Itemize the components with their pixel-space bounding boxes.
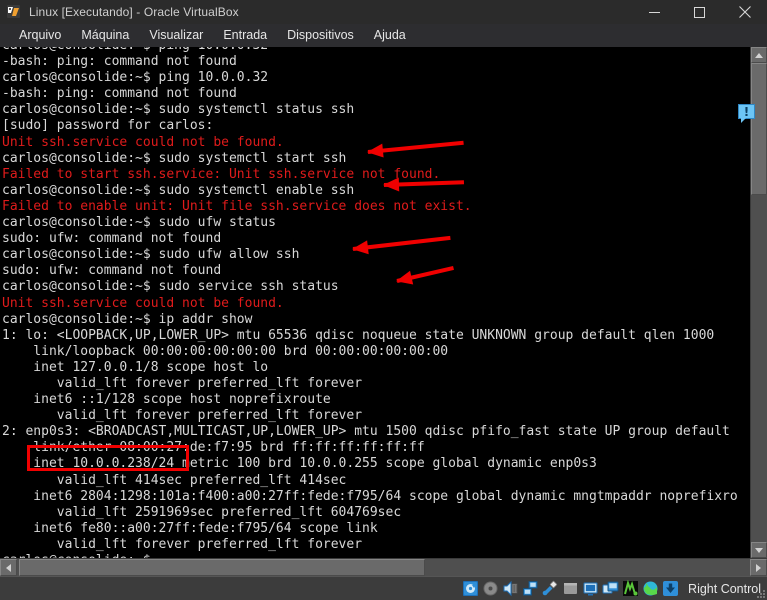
usb-icon[interactable] <box>542 580 559 597</box>
terminal-line: 2: enp0s3: <BROADCAST,MULTICAST,UP,LOWER… <box>2 424 730 440</box>
horizontal-scroll-track[interactable] <box>17 559 750 576</box>
menu-entrada[interactable]: Entrada <box>213 26 277 45</box>
network-icon[interactable] <box>522 580 539 597</box>
virtualbox-window: Linux [Executando] - Oracle VirtualBox A… <box>0 0 767 600</box>
menu-arquivo[interactable]: Arquivo <box>9 26 71 45</box>
window-title: Linux [Executando] - Oracle VirtualBox <box>29 5 239 19</box>
optical-disk-icon[interactable] <box>482 580 499 597</box>
vertical-scroll-track[interactable] <box>751 63 767 542</box>
terminal-line: carlos@consolide:~$ ip addr show <box>2 311 253 327</box>
host-key-label: Right Control <box>688 581 761 596</box>
horizontal-scroll-thumb[interactable] <box>19 559 425 576</box>
audio-icon[interactable] <box>502 580 519 597</box>
terminal-line: Unit ssh.service could not be found. <box>2 295 284 311</box>
terminal-line: carlos@consolide:~$ ping 10.0.0.32 <box>2 70 269 86</box>
terminal-line: carlos@consolide:~$ ping 10.0.0.32 <box>2 47 738 54</box>
terminal-line: Failed to enable unit: Unit file ssh.ser… <box>2 198 472 214</box>
virtualbox-icon <box>6 4 22 20</box>
vertical-scrollbar[interactable] <box>750 47 767 558</box>
terminal-line: carlos@consolide:~$ sudo ufw allow ssh <box>2 247 300 263</box>
remote-desktop-icon[interactable] <box>602 580 619 597</box>
scroll-up-arrow[interactable] <box>751 47 767 63</box>
resize-grip[interactable] <box>755 588 765 598</box>
terminal-line: sudo: ufw: command not found <box>2 263 222 279</box>
terminal-line: inet6 ::1/128 scope host noprefixroute <box>2 392 331 408</box>
terminal-line: carlos@consolide:~$ sudo systemctl statu… <box>2 102 355 118</box>
menu-visualizar[interactable]: Visualizar <box>139 26 213 45</box>
terminal-line: valid_lft forever preferred_lft forever <box>2 375 363 391</box>
maximize-button[interactable] <box>677 0 722 24</box>
close-button[interactable] <box>722 0 767 24</box>
terminal-line: link/loopback 00:00:00:00:00:00 brd 00:0… <box>2 343 449 359</box>
guest-additions-icon[interactable] <box>642 580 659 597</box>
terminal-line: carlos@consolide:~$ sudo service ssh sta… <box>2 279 339 295</box>
terminal-line: -bash: ping: command not found <box>2 86 237 102</box>
menu-ajuda[interactable]: Ajuda <box>364 26 416 45</box>
terminal-line: 1: lo: <LOOPBACK,UP,LOWER_UP> mtu 65536 … <box>2 327 715 343</box>
terminal-line: Failed to start ssh.service: Unit ssh.se… <box>2 166 441 182</box>
terminal-line: carlos@consolide:~$ sudo systemctl enabl… <box>2 182 355 198</box>
terminal-line: inet6 fe80::a00:27ff:fede:f795/64 scope … <box>2 520 378 536</box>
hard-disk-icon[interactable] <box>462 580 479 597</box>
scroll-down-arrow[interactable] <box>751 542 767 558</box>
menu-dispositivos[interactable]: Dispositivos <box>277 26 364 45</box>
terminal-line: valid_lft forever preferred_lft forever <box>2 408 363 424</box>
shared-folders-icon[interactable] <box>562 580 579 597</box>
terminal-line: [sudo] password for carlos: <box>2 118 214 134</box>
horizontal-scrollbar[interactable] <box>0 558 767 576</box>
terminal-line: carlos@consolide:~$ sudo ufw status <box>2 215 276 231</box>
menu-maquina[interactable]: Máquina <box>71 26 139 45</box>
mouse-integration-icon[interactable] <box>662 580 679 597</box>
terminal-screen[interactable]: carlos@consolide:~$ ping 10.0.0.32-bash:… <box>0 47 750 558</box>
vertical-scroll-thumb[interactable] <box>751 63 767 195</box>
terminal-line: valid_lft forever preferred_lft forever <box>2 536 363 552</box>
terminal-line: inet 127.0.0.1/8 scope host lo <box>2 359 269 375</box>
terminal-text: carlos@consolide:~$ ping 10.0.0.32-bash:… <box>2 47 738 558</box>
terminal-line: carlos@consolide:~$ <box>2 553 738 558</box>
status-bar: Right Control <box>0 576 767 600</box>
terminal-line: inet6 2804:1298:101a:f400:a00:27ff:fede:… <box>2 488 738 504</box>
scroll-right-arrow[interactable] <box>750 559 767 576</box>
ip-address-highlight-box <box>27 445 189 471</box>
menu-bar: Arquivo Máquina Visualizar Entrada Dispo… <box>0 24 767 47</box>
scroll-left-arrow[interactable] <box>0 559 17 576</box>
vm-display-area: carlos@consolide:~$ ping 10.0.0.32-bash:… <box>0 47 767 558</box>
terminal-line: valid_lft 2591969sec preferred_lft 60476… <box>2 504 402 520</box>
notification-badge-icon[interactable]: ! <box>738 104 755 123</box>
minimize-button[interactable] <box>632 0 677 24</box>
display-icon[interactable] <box>582 580 599 597</box>
window-controls <box>632 0 767 24</box>
recording-icon[interactable] <box>622 580 639 597</box>
terminal-line: valid_lft 414sec preferred_lft 414sec <box>2 472 347 488</box>
terminal-line: -bash: ping: command not found <box>2 54 237 70</box>
title-bar: Linux [Executando] - Oracle VirtualBox <box>0 0 767 24</box>
